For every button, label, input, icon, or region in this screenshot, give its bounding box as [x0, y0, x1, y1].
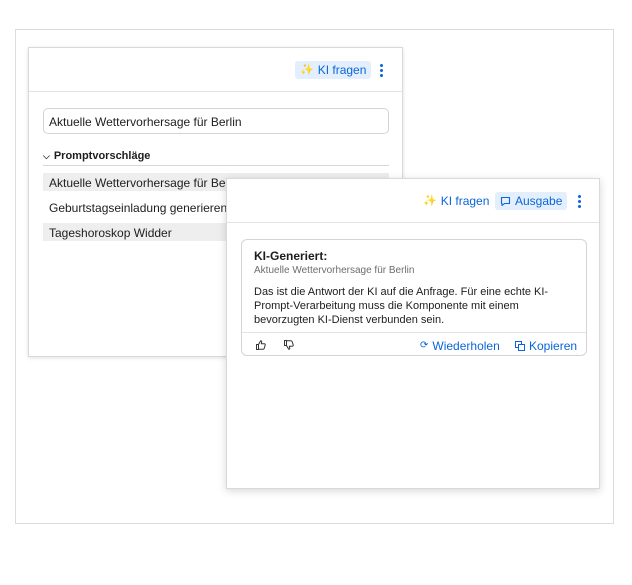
copy-label: Kopieren — [529, 339, 578, 353]
ask-ai-label: KI fragen — [317, 63, 367, 77]
thumbs-up-icon[interactable] — [255, 339, 267, 351]
ai-response-card: KI-Generiert: Aktuelle Wettervorhersage … — [241, 239, 587, 356]
response-actions: ⟳ Wiederholen Kopieren — [242, 332, 586, 357]
sparkle-icon: ✨ — [300, 63, 314, 76]
prompt-panel-toolbar: ✨ KI fragen — [29, 48, 402, 92]
copy-button[interactable]: Kopieren — [515, 339, 577, 353]
refresh-icon: ⟳ — [420, 340, 429, 351]
chevron-down-icon: ⌵ — [43, 151, 50, 161]
speech-bubble-icon — [500, 196, 511, 206]
retry-button[interactable]: ⟳ Wiederholen — [420, 339, 500, 353]
thumbs-down-icon[interactable] — [283, 339, 295, 351]
suggestions-header[interactable]: ⌵ Promptvorschläge — [43, 150, 389, 166]
sparkle-icon: ✨ — [423, 194, 437, 207]
output-label: Ausgabe — [515, 194, 563, 208]
ask-ai-label: KI fragen — [440, 194, 490, 208]
response-prompt: Aktuelle Wettervorhersage für Berlin — [254, 265, 415, 276]
more-vertical-icon[interactable] — [573, 192, 585, 210]
retry-label: Wiederholen — [432, 339, 500, 353]
response-title: KI-Generiert: — [254, 249, 328, 263]
prompt-input[interactable]: Aktuelle Wettervorhersage für Berlin — [43, 108, 389, 134]
output-panel: ✨ KI fragen Ausgabe KI-Generiert: Aktuel… — [226, 178, 600, 489]
suggestions-header-label: Promptvorschläge — [53, 150, 151, 162]
response-text: Das ist die Antwort der KI auf die Anfra… — [254, 286, 549, 326]
output-panel-toolbar: ✨ KI fragen Ausgabe — [227, 179, 599, 223]
more-vertical-icon[interactable] — [375, 61, 387, 79]
ask-ai-button[interactable]: ✨ KI fragen — [418, 192, 494, 210]
copy-icon — [515, 341, 525, 351]
ask-ai-button[interactable]: ✨ KI fragen — [295, 61, 372, 79]
output-button[interactable]: Ausgabe — [495, 192, 568, 210]
